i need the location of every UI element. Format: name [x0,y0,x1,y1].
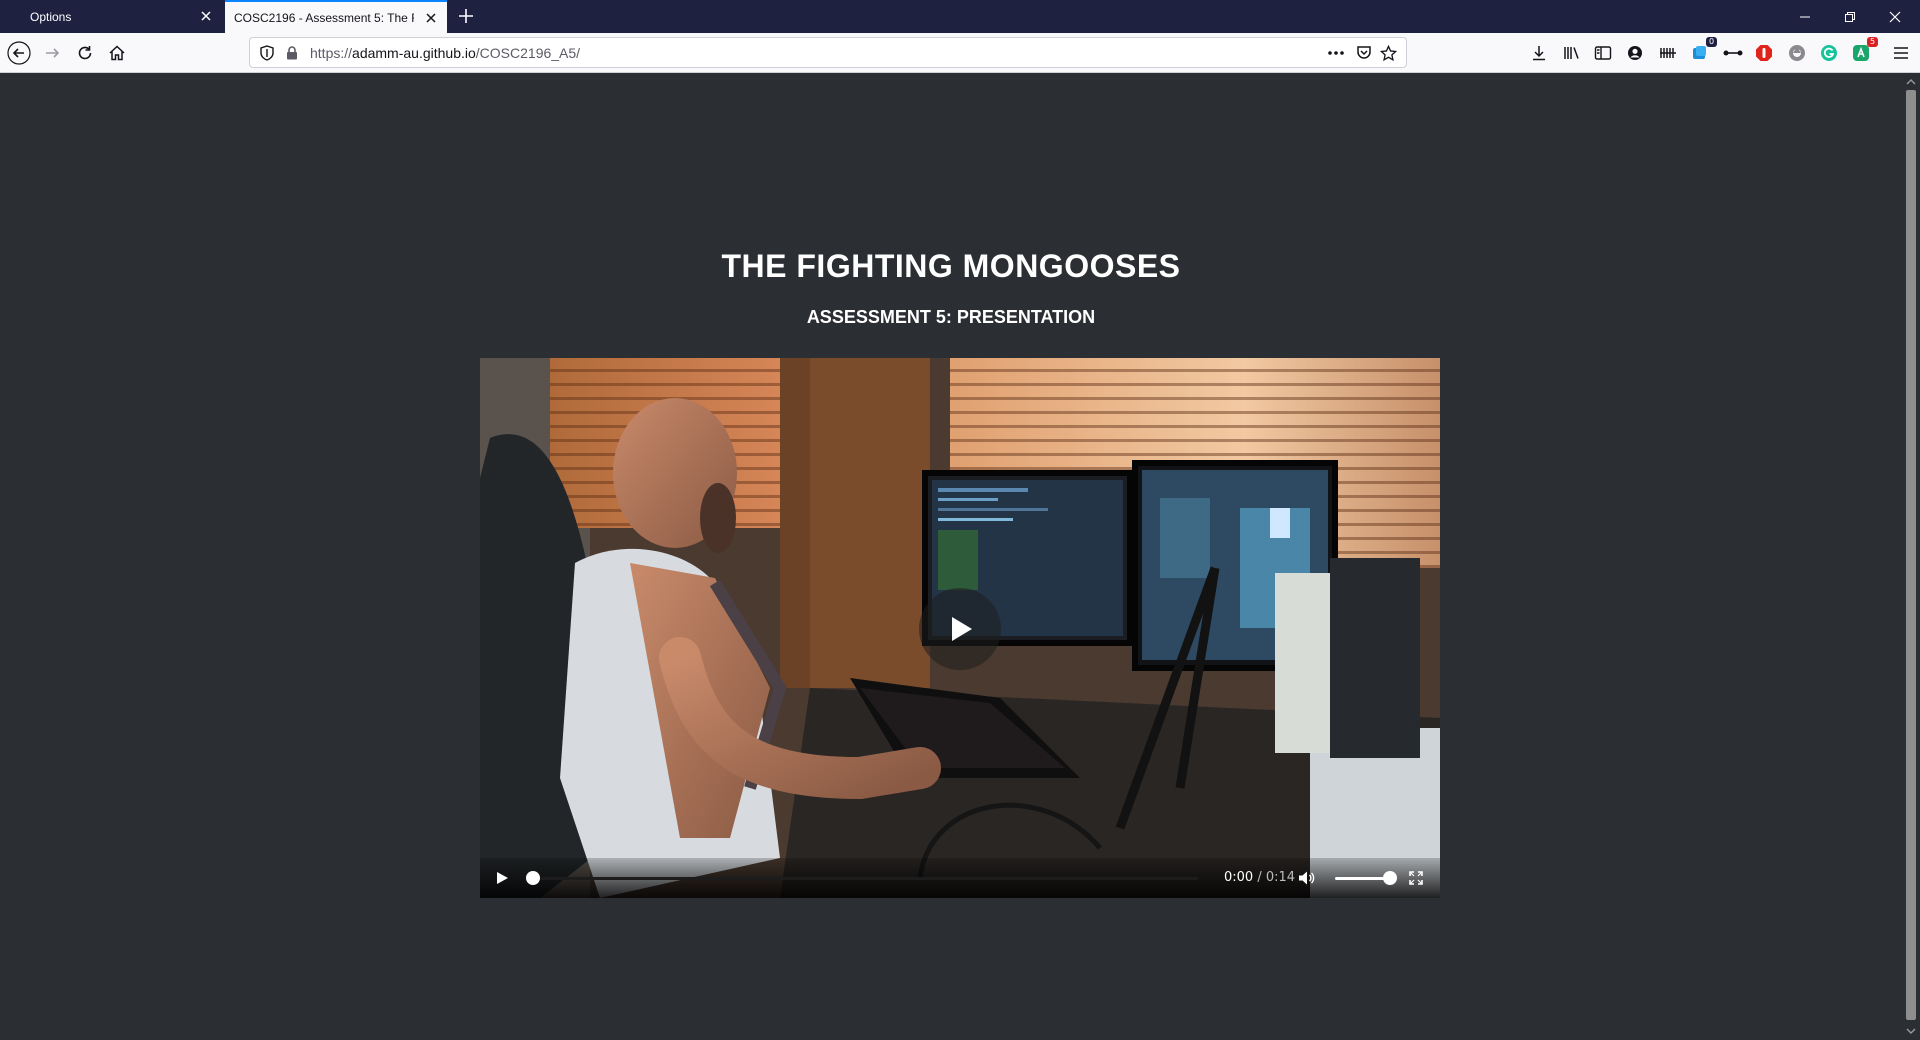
bookmark-star-icon[interactable] [1379,44,1397,62]
library-icon[interactable] [1561,42,1583,64]
grey-extension-icon[interactable] [1786,42,1808,64]
lock-icon[interactable] [283,44,301,62]
account-icon[interactable] [1624,42,1646,64]
grammarly-icon[interactable] [1818,42,1840,64]
progress-handle[interactable] [526,871,540,885]
minimize-button[interactable] [1782,0,1827,33]
url-text: https://adamm-au.github.io/COSC2196_A5/ [310,45,580,61]
close-window-button[interactable] [1872,0,1917,33]
play-pause-button[interactable] [492,868,512,888]
home-icon [109,45,125,61]
video-player[interactable]: 0:00 / 0:14 [480,358,1440,898]
reload-button[interactable] [70,38,100,68]
mute-button[interactable] [1297,868,1317,888]
tab-options[interactable]: Options [0,0,222,33]
tracking-shield-icon[interactable] [258,44,276,62]
big-play-button[interactable] [919,588,1001,670]
tab-label: COSC2196 - Assessment 5: The Fighting Mo… [234,10,414,25]
reload-icon [78,46,92,60]
tab-move-icon[interactable] [1722,42,1744,64]
close-tab-icon[interactable] [198,8,214,24]
navigation-toolbar: https://adamm-au.github.io/COSC2196_A5/ … [0,33,1920,73]
volume-fill [1335,877,1390,880]
page-scrollbar[interactable] [1902,74,1920,1040]
tab-label: Options [30,9,72,24]
forward-arrow-icon [46,48,60,58]
adblock-extension-icon[interactable] [1753,42,1775,64]
current-time: 0:00 [1224,870,1254,885]
scroll-up-icon [1906,79,1916,85]
video-controls: 0:00 / 0:14 [480,858,1440,898]
pocket-icon[interactable] [1355,44,1373,62]
fullscreen-icon [1409,871,1423,885]
page-title: THE FIGHTING MONGOOSES [721,248,1181,284]
containers-icon[interactable] [1657,42,1679,64]
url-path: /COSC2196_A5/ [475,45,581,61]
tab-assessment[interactable]: COSC2196 - Assessment 5: The Fighting Mo… [225,0,447,33]
green-extension-icon[interactable]: 5 [1850,37,1878,64]
home-button[interactable] [102,38,132,68]
extension-badge: 0 [1706,37,1717,47]
close-tab-icon[interactable] [423,10,439,26]
restore-button[interactable] [1827,0,1872,33]
url-scheme: https:// [310,45,353,61]
downloads-icon[interactable] [1528,42,1550,64]
page-subtitle: ASSESSMENT 5: PRESENTATION [806,307,1096,327]
sidebar-icon[interactable] [1592,42,1614,64]
page-actions-icon[interactable] [1327,44,1345,62]
progress-bar[interactable] [533,877,1198,880]
volume-slider[interactable] [1335,877,1390,880]
volume-handle[interactable] [1383,871,1397,885]
duration: 0:14 [1265,870,1296,885]
forward-button[interactable] [37,38,67,68]
scroll-down-icon [1906,1028,1916,1034]
fullscreen-button[interactable] [1406,868,1426,888]
url-bar[interactable]: https://adamm-au.github.io/COSC2196_A5/ [249,37,1407,68]
back-button[interactable] [4,38,34,68]
play-icon [952,617,972,641]
back-arrow-icon [7,41,31,65]
extension-blue-icon[interactable]: 0 [1689,37,1717,64]
url-host: adamm-au.github.io [352,45,476,61]
play-icon [497,872,508,884]
scrollbar-thumb[interactable] [1906,90,1916,1020]
time-separator: / [1253,870,1266,885]
web-page: THE FIGHTING MONGOOSES ASSESSMENT 5: PRE… [0,74,1902,1040]
extension-badge: 5 [1867,37,1878,47]
volume-icon [1299,871,1315,885]
menu-hamburger-icon[interactable] [1890,42,1912,64]
time-display: 0:00 / 0:14 [1224,870,1295,885]
browser-titlebar: Options COSC2196 - Assessment 5: The Fig… [0,0,1920,33]
new-tab-button[interactable] [455,5,477,27]
